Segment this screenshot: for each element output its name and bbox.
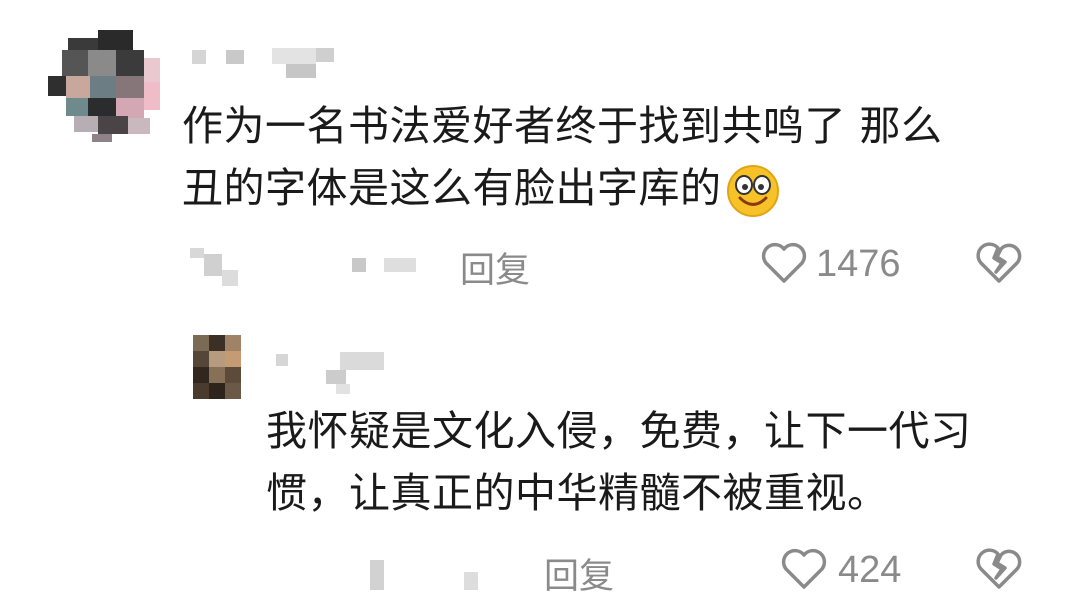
comment-text: 我怀疑是文化入侵，免费，让下一代习 惯，让真正的中华精髓不被重视。 <box>266 400 972 524</box>
avatar[interactable] <box>48 30 160 142</box>
avatar[interactable] <box>193 335 241 399</box>
like-count: 1476 <box>816 243 901 285</box>
comment-line: 丑的字体是这么有脸出字库的 <box>182 157 943 219</box>
reply-button[interactable]: 回复 <box>544 548 614 599</box>
comment-text: 作为一名书法爱好者终于找到共鸣了 那么 丑的字体是这么有脸出字库的 <box>182 95 943 219</box>
heart-outline-icon[interactable] <box>780 547 828 591</box>
comment-line: 作为一名书法爱好者终于找到共鸣了 那么 <box>182 102 943 150</box>
like-count: 424 <box>838 549 902 591</box>
smiling-face-emoji <box>726 165 779 217</box>
heart-outline-icon[interactable] <box>760 241 808 285</box>
comment-line: 惯，让真正的中华精髓不被重视。 <box>266 469 889 517</box>
broken-heart-icon[interactable] <box>976 547 1022 591</box>
comment-line: 我怀疑是文化入侵，免费，让下一代习 <box>266 407 972 455</box>
reply-button[interactable]: 回复 <box>460 242 530 293</box>
broken-heart-icon[interactable] <box>976 241 1022 285</box>
